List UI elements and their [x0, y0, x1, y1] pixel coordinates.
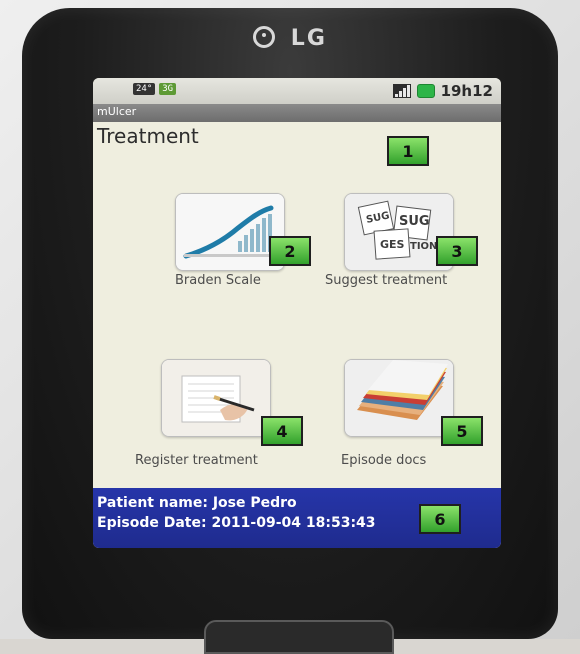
- home-key[interactable]: [204, 620, 394, 654]
- page-title: Treatment: [97, 124, 199, 148]
- episode-docs-label: Episode docs: [341, 453, 427, 468]
- register-treatment-icon: [162, 360, 270, 436]
- status-time: 19h12: [440, 82, 493, 100]
- svg-text:GES: GES: [380, 238, 405, 251]
- status-bar: 24° 3G 19h12: [93, 78, 501, 104]
- svg-text:TION: TION: [410, 241, 437, 252]
- annotation-marker-5: 5: [441, 416, 483, 446]
- register-treatment-label: Register treatment: [135, 453, 258, 468]
- signal-icon: [392, 84, 411, 98]
- patient-info-bar: Patient name: Jose Pedro Episode Date: 2…: [93, 488, 501, 548]
- braden-scale-label: Braden Scale: [175, 273, 261, 288]
- svg-text:SUG: SUG: [399, 214, 430, 229]
- lg-logo-icon: [253, 26, 276, 48]
- phone-body: LG 24° 3G 19h12 mUlcer Treatment 1 2 Bra…: [22, 8, 558, 654]
- status-chip-temperature: 24°: [133, 83, 156, 95]
- register-treatment-button[interactable]: [161, 359, 271, 437]
- annotation-marker-4: 4: [261, 416, 303, 446]
- patient-name: Patient name: Jose Pedro: [97, 495, 297, 511]
- phone-screen: 24° 3G 19h12 mUlcer Treatment 1 2 Braden…: [93, 78, 501, 548]
- episode-docs-icon: [345, 360, 453, 436]
- app-name: mUlcer: [97, 105, 137, 118]
- annotation-marker-1: 1: [387, 136, 429, 166]
- device-brand: LG: [22, 26, 558, 51]
- annotation-marker-6: 6: [419, 504, 461, 534]
- app-title-bar: mUlcer: [93, 104, 501, 122]
- status-right: 19h12: [392, 82, 493, 100]
- status-left: 24° 3G: [133, 83, 177, 95]
- annotation-marker-2: 2: [269, 236, 311, 266]
- battery-icon: [416, 84, 435, 98]
- photo-background: LG 24° 3G 19h12 mUlcer Treatment 1 2 Bra…: [0, 0, 580, 654]
- episode-date: Episode Date: 2011-09-04 18:53:43: [97, 515, 376, 531]
- status-chip-network: 3G: [159, 83, 177, 95]
- suggest-treatment-label: Suggest treatment: [325, 273, 448, 288]
- annotation-marker-3: 3: [436, 236, 478, 266]
- episode-docs-button[interactable]: [344, 359, 454, 437]
- braden-scale-icon: [176, 194, 284, 270]
- device-brand-label: LG: [290, 26, 327, 51]
